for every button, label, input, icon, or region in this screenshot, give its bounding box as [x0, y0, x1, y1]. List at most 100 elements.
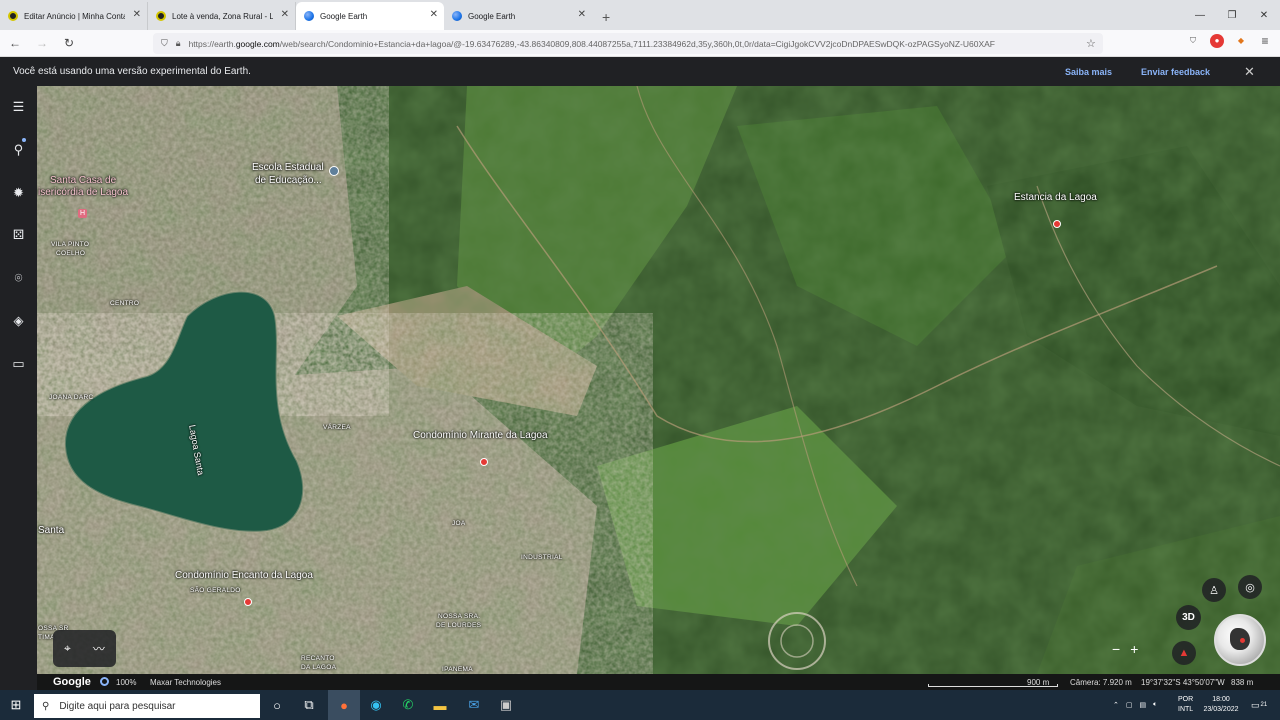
back-icon[interactable]: ← [3, 36, 27, 50]
taskbar-search-box[interactable]: ⚲ Digite aqui para pesquisar [34, 694, 260, 718]
windows-start-icon[interactable]: ⊞ [0, 690, 32, 720]
map-label[interactable]: VILA PINTO [51, 241, 89, 248]
pocket-icon[interactable]: ⛉ [1186, 34, 1200, 48]
map-label[interactable]: RECANTO [301, 655, 335, 662]
clock[interactable]: 18:00 23/03/2022 [1202, 690, 1240, 720]
edge-icon[interactable]: ◉ [362, 690, 390, 720]
map-label[interactable]: Condomínio Mirante da Lagoa [413, 430, 548, 441]
toggle-3d-button[interactable]: 3D [1176, 605, 1201, 630]
map-label[interactable]: COELHO [56, 250, 85, 257]
load-percent: 100% [116, 678, 137, 687]
task-view-icon[interactable]: ⧉ [295, 690, 323, 720]
compass-north-button[interactable]: ▲ [1172, 641, 1196, 665]
notifications-button[interactable]: ▭ 21 [1251, 690, 1267, 720]
whatsapp-icon[interactable]: ✆ [394, 690, 422, 720]
map-label[interactable]: JOA [452, 520, 466, 527]
close-tab-icon[interactable]: ✕ [133, 10, 141, 20]
close-notice-icon[interactable]: ✕ [1244, 64, 1255, 80]
notification-icon: ▭ [1251, 699, 1260, 710]
search-placeholder: Digite aqui para pesquisar [59, 700, 176, 712]
network-icon[interactable]: ▤ [1140, 701, 1147, 709]
map-label[interactable]: de Educação... [255, 175, 322, 186]
map-label[interactable]: CENTRO [110, 300, 139, 307]
close-tab-icon[interactable]: ✕ [578, 10, 586, 20]
my-location-button[interactable]: ◎ [1238, 575, 1262, 599]
language-indicator[interactable]: POR INTL [1178, 690, 1193, 720]
search-icon[interactable]: ⚲ [0, 142, 37, 158]
mail-icon[interactable]: ✉ [460, 690, 488, 720]
place-pin-icon[interactable] [329, 166, 339, 176]
satellite-map[interactable]: Escola Estadual de Educação... Santa Cas… [37, 86, 1280, 674]
restore-icon[interactable]: ❐ [1216, 10, 1248, 21]
volume-icon[interactable]: 🔈︎ [1153, 701, 1157, 709]
close-tab-icon[interactable]: ✕ [281, 10, 289, 20]
draw-path-icon[interactable]: 〰 [93, 640, 105, 657]
shield-icon[interactable]: ⛉ [161, 38, 168, 49]
reload-icon[interactable]: ↻ [57, 36, 81, 50]
map-style-layers-icon[interactable]: ◈ [0, 313, 37, 329]
imagery-attribution[interactable]: Maxar Technologies [150, 678, 221, 687]
measure-ruler-icon[interactable]: ▭ [0, 356, 37, 372]
close-tab-icon[interactable]: ✕ [430, 10, 438, 20]
show-hidden-icons[interactable]: ⌃ [1113, 701, 1119, 709]
add-placemark-icon[interactable]: ⌖ [64, 641, 71, 656]
tab-title: Editar Anúncio | Minha Conta | [24, 11, 125, 21]
scale-label[interactable]: 900 m [1027, 678, 1049, 687]
bookmark-star-icon[interactable]: ☆ [1086, 37, 1096, 50]
firefox-icon[interactable]: ● [328, 690, 360, 720]
new-tab-button[interactable]: + [602, 9, 610, 25]
metamask-icon[interactable]: ◆ [1234, 34, 1248, 48]
globe-compass[interactable] [1214, 614, 1266, 666]
map-label[interactable]: SÃO GERALDO [190, 587, 241, 594]
browser-tab[interactable]: Editar Anúncio | Minha Conta | ✕ [0, 2, 148, 30]
map-label[interactable]: IPANEMA [442, 666, 473, 673]
browser-tab[interactable]: Google Earth ✕ [444, 2, 592, 30]
coordinates: 19°37'32"S 43°50'07"W [1141, 678, 1225, 687]
map-label[interactable]: Condomínio Encanto da Lagoa [175, 570, 313, 581]
map-label[interactable]: Santa Casa de [50, 175, 116, 186]
menu-icon[interactable]: ≡ [1258, 34, 1272, 48]
map-label[interactable]: JOANA DARC [49, 394, 94, 401]
browser-tab-active[interactable]: Google Earth ✕ [296, 2, 444, 30]
earth-icon [452, 11, 462, 21]
menu-icon[interactable]: ☰ [0, 99, 37, 115]
forward-icon[interactable]: → [30, 36, 54, 50]
browser-tab-bar: Editar Anúncio | Minha Conta | ✕ Lote à … [0, 0, 1280, 30]
security-icon[interactable]: ▢ [1126, 701, 1133, 709]
minimize-icon[interactable]: — [1184, 10, 1216, 21]
lock-icon[interactable]: 🔒︎ [176, 38, 181, 49]
map-label[interactable]: Estancia da Lagoa [1014, 192, 1097, 203]
send-feedback-link[interactable]: Enviar feedback [1141, 67, 1210, 77]
map-label[interactable]: DE LOURDES [436, 622, 481, 629]
olx-icon [8, 11, 18, 21]
terminal-icon[interactable]: ▣ [492, 690, 520, 720]
map-label[interactable]: isericórdia de Lagoa [38, 187, 128, 198]
close-window-icon[interactable]: ✕ [1248, 10, 1280, 21]
map-label[interactable]: INDUSTRIAL [521, 554, 563, 561]
hospital-icon[interactable]: H [78, 209, 87, 218]
location-pin[interactable] [480, 458, 488, 466]
map-label[interactable]: NOSSA SRA. [438, 613, 480, 620]
map-label[interactable]: Santa [38, 525, 64, 536]
voyager-icon[interactable]: ✹ [0, 185, 37, 201]
location-pin[interactable] [1053, 220, 1061, 228]
tab-title: Google Earth [320, 11, 368, 21]
map-label[interactable]: DA LAGOA [301, 664, 336, 671]
zoom-in-icon[interactable]: + [1130, 641, 1138, 657]
file-explorer-icon[interactable]: ▬ [426, 690, 454, 720]
notification-count: 21 [1260, 702, 1268, 708]
adblock-icon[interactable]: ● [1210, 34, 1224, 48]
street-view-button[interactable]: ♙ [1202, 578, 1226, 602]
projects-pin-icon[interactable]: ⌾ [0, 270, 37, 286]
cortana-icon[interactable]: ○ [263, 690, 291, 720]
map-label[interactable]: VÁRZEA [323, 424, 351, 431]
browser-tab[interactable]: Lote à venda, Zona Rural - Lagoa ✕ [148, 2, 296, 30]
satellite-imagery [37, 86, 1280, 674]
zoom-out-icon[interactable]: − [1112, 641, 1120, 657]
url-bar[interactable]: ⛉ 🔒︎ https://earth. google.com/web/search… [153, 33, 1103, 54]
map-label[interactable]: Escola Estadual [252, 162, 324, 173]
dice-icon[interactable]: ⚄ [0, 227, 37, 243]
url-prefix: https://earth. [188, 38, 236, 49]
location-pin[interactable] [244, 598, 252, 606]
learn-more-link[interactable]: Saiba mais [1065, 67, 1112, 77]
